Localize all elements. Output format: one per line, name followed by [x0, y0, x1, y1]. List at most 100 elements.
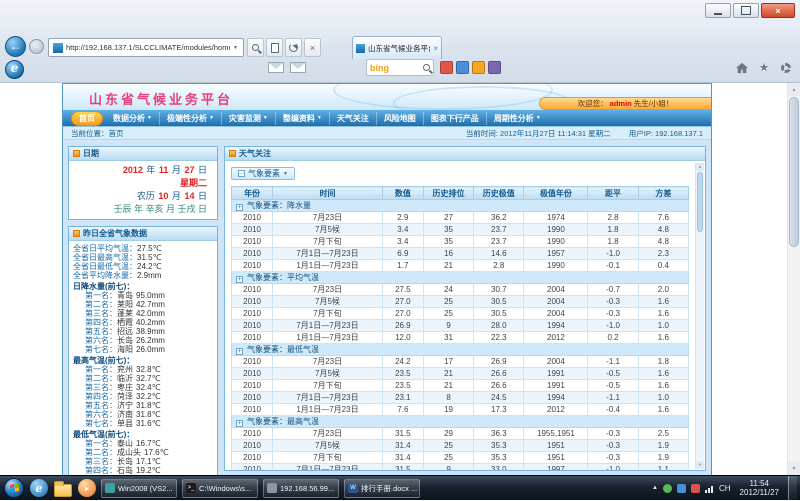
- nav-item-3[interactable]: 灾害监测▼: [222, 112, 276, 125]
- table-cell: 7月下旬: [273, 236, 383, 248]
- url-text[interactable]: http://192.168.137.1/SLCCLIMATE/modules/…: [66, 43, 230, 52]
- search-icon[interactable]: [247, 38, 264, 57]
- table-row[interactable]: 20107月23日2.92736.219742.87.6: [232, 212, 689, 224]
- taskbar-window-button[interactable]: W排行手册.docx ...: [344, 479, 420, 498]
- address-bar[interactable]: http://192.168.137.1/SLCCLIMATE/modules/…: [48, 38, 244, 57]
- table-row[interactable]: 20107月5候23.52126.61991-0.51.6: [232, 368, 689, 380]
- scroll-up-icon[interactable]: ▲: [788, 83, 800, 96]
- nav-item-2[interactable]: 极端性分析▼: [160, 112, 222, 125]
- scroll-down-icon[interactable]: ▼: [696, 461, 704, 469]
- table-row[interactable]: 20107月5候27.02530.52004-0.31.6: [232, 296, 689, 308]
- table-cell: 1.8: [588, 236, 638, 248]
- toolbar-app-icon[interactable]: [488, 61, 501, 74]
- table-row[interactable]: 20107月1日—7月23日6.91614.61957-1.02.3: [232, 248, 689, 260]
- table-cell: -0.3: [588, 428, 638, 440]
- table-cell: 23.7: [474, 236, 524, 248]
- nav-item-8[interactable]: 周期性分析▼: [487, 112, 548, 125]
- table-row[interactable]: 20107月23日31.52936.31955,1951-0.32.5: [232, 428, 689, 440]
- favorites-star-icon[interactable]: ★: [756, 60, 772, 75]
- table-section-row[interactable]: +气象要素：最高气温: [232, 416, 689, 428]
- toolbar-app-icon[interactable]: [440, 61, 453, 74]
- taskbar-window-button[interactable]: >_C:\Windows\s...: [182, 479, 258, 498]
- refresh-icon[interactable]: [285, 38, 302, 57]
- mail-icon[interactable]: [290, 62, 306, 73]
- taskbar-clock[interactable]: 11:54 2012/11/27: [736, 479, 783, 497]
- table-section-row[interactable]: +气象要素：降水量: [232, 200, 689, 212]
- taskbar-media-icon[interactable]: ▸: [78, 479, 96, 497]
- nav-item-7[interactable]: 图表下行产品: [424, 112, 487, 125]
- forward-button[interactable]: →: [29, 39, 44, 54]
- home-icon[interactable]: [734, 60, 750, 75]
- table-row[interactable]: 20107月1日—7月23日23.1824.51994-1.11.0: [232, 392, 689, 404]
- expand-icon[interactable]: +: [236, 204, 243, 211]
- table-cell: 1.6: [638, 380, 688, 392]
- table-row[interactable]: 20107月23日27.52430.72004-0.72.0: [232, 284, 689, 296]
- expand-icon[interactable]: +: [236, 348, 243, 355]
- address-dropdown-icon[interactable]: ▼: [230, 45, 241, 51]
- taskbar-ie-icon[interactable]: e: [30, 479, 48, 497]
- browser-scrollbar[interactable]: ▲ ▼: [787, 83, 800, 475]
- filter-button-label: 气象要素: [248, 168, 280, 179]
- search-icon[interactable]: [423, 64, 430, 71]
- tray-expand-icon[interactable]: ▲: [652, 485, 658, 491]
- scroll-up-icon[interactable]: ▲: [696, 163, 704, 171]
- toolbar-app-icon[interactable]: [472, 61, 485, 74]
- station-value: 95.0mm: [136, 291, 165, 300]
- network-icon[interactable]: [705, 484, 714, 493]
- scroll-down-icon[interactable]: ▼: [788, 462, 800, 475]
- rank-item: 第一名：兖州32.8℃: [73, 365, 214, 374]
- nav-item-0[interactable]: 首页: [71, 111, 103, 126]
- start-button[interactable]: [4, 478, 24, 498]
- tools-gear-icon[interactable]: [778, 60, 794, 75]
- table-row[interactable]: 20107月1日—7月23日26.9928.01994-1.01.0: [232, 320, 689, 332]
- nav-item-1[interactable]: 数据分析▼: [106, 112, 160, 125]
- scrollbar-thumb[interactable]: [789, 97, 799, 247]
- table-row[interactable]: 20107月5候31.42535.31951-0.31.9: [232, 440, 689, 452]
- show-desktop-button[interactable]: [788, 476, 797, 501]
- compatibility-view-icon[interactable]: [266, 38, 283, 57]
- language-indicator[interactable]: CH: [719, 484, 731, 493]
- table-row[interactable]: 20107月下旬3.43523.719901.84.8: [232, 236, 689, 248]
- table-row[interactable]: 20107月5候3.43523.719901.84.8: [232, 224, 689, 236]
- tray-icon[interactable]: [663, 484, 672, 493]
- stop-icon[interactable]: ×: [304, 38, 321, 57]
- table-row[interactable]: 20107月下旬27.02530.52004-0.31.6: [232, 308, 689, 320]
- date-panel: 日期 2012 年 11 月 27 日 星期二 农历: [68, 146, 218, 220]
- nav-item-6[interactable]: 风险地图: [377, 112, 424, 125]
- bing-search-input[interactable]: [392, 62, 420, 73]
- table-row[interactable]: 20107月1日—7月23日31.5933.01997-1.01.1: [232, 464, 689, 471]
- tray-icon[interactable]: [691, 484, 700, 493]
- table-row[interactable]: 20107月下旬31.42535.31951-0.31.9: [232, 452, 689, 464]
- tray-icon[interactable]: [677, 484, 686, 493]
- taskbar-window-button[interactable]: 192.168.56.99...: [263, 479, 339, 498]
- ie-logo-icon[interactable]: e: [5, 60, 24, 79]
- table-section-row[interactable]: +气象要素：最低气温: [232, 344, 689, 356]
- lunar-month: 10: [158, 191, 168, 201]
- table-row[interactable]: 20101月1日—7月23日7.61917.32012-0.41.6: [232, 404, 689, 416]
- table-row[interactable]: 20101月1日—7月23日12.03122.320120.21.6: [232, 332, 689, 344]
- scrollbar-thumb[interactable]: [697, 172, 703, 232]
- maximize-button[interactable]: [733, 3, 759, 18]
- table-section-row[interactable]: +气象要素：平均气温: [232, 272, 689, 284]
- table-row[interactable]: 20107月下旬23.52126.61991-0.51.6: [232, 380, 689, 392]
- minimize-button[interactable]: [705, 3, 731, 18]
- toolbar-app-icon[interactable]: [456, 61, 469, 74]
- back-button[interactable]: ←: [5, 36, 26, 57]
- browser-tab[interactable]: 山东省气候业务平台 ×: [352, 36, 442, 59]
- stat-value: 31.5℃: [137, 253, 162, 262]
- expand-icon[interactable]: +: [236, 276, 243, 283]
- table-row[interactable]: 20101月1日—7月23日1.7212.81990-0.10.4: [232, 260, 689, 272]
- station-name: 泰山: [117, 439, 133, 448]
- mail-icon[interactable]: [268, 62, 284, 73]
- nav-item-5[interactable]: 天气关注: [330, 112, 377, 125]
- panel-scrollbar[interactable]: ▲ ▼: [695, 163, 704, 469]
- nav-item-4[interactable]: 整编资料▼: [276, 112, 330, 125]
- taskbar-explorer-icon[interactable]: [54, 484, 72, 497]
- expand-icon[interactable]: +: [236, 420, 243, 427]
- tab-close-icon[interactable]: ×: [433, 44, 438, 53]
- close-button[interactable]: ×: [761, 3, 795, 18]
- table-row[interactable]: 20107月23日24.21726.92004-1.11.8: [232, 356, 689, 368]
- taskbar-window-button[interactable]: Win2008 (VS2...: [101, 479, 177, 498]
- bing-search-widget[interactable]: bing: [366, 59, 434, 76]
- element-filter-button[interactable]: 气象要素 ▼: [231, 167, 295, 180]
